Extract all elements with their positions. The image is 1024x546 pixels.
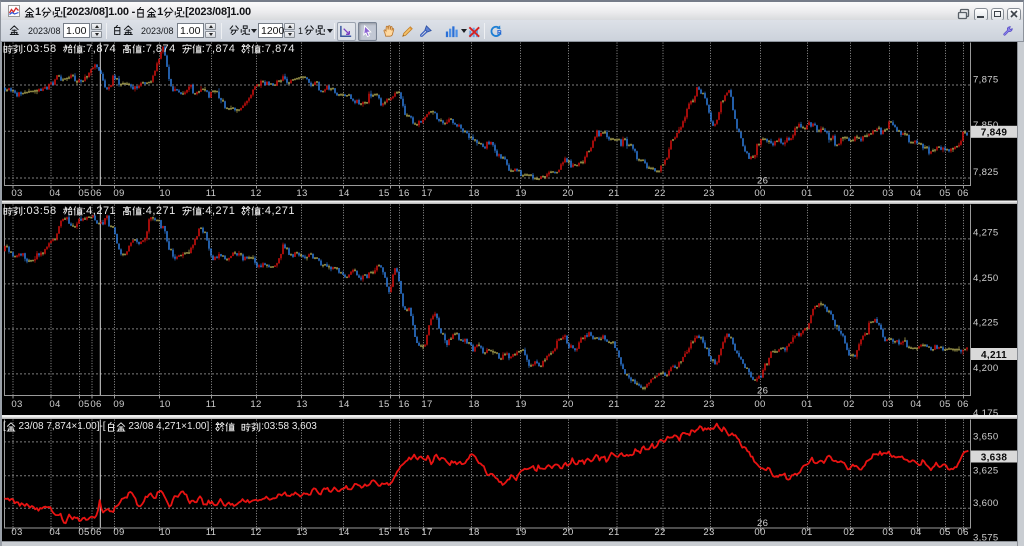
svg-text:13: 13 [296, 399, 307, 410]
svg-text:01: 01 [801, 399, 812, 410]
svg-text:18: 18 [468, 188, 479, 199]
svg-text:16: 16 [398, 399, 409, 410]
svg-text:00: 00 [754, 399, 765, 410]
svg-text:05: 05 [78, 188, 89, 199]
svg-text:04: 04 [910, 399, 922, 410]
svg-text:02: 02 [843, 188, 854, 199]
svg-text:21: 21 [608, 188, 619, 199]
svg-text:15: 15 [378, 188, 389, 199]
svg-text:06: 06 [90, 188, 101, 199]
svg-text:01: 01 [801, 188, 812, 199]
svg-text:09: 09 [113, 188, 124, 199]
svg-text:21: 21 [608, 527, 619, 538]
svg-text:14: 14 [338, 399, 350, 410]
svg-text:03: 03 [882, 527, 893, 538]
svg-text:3,638: 3,638 [981, 452, 1008, 463]
svg-text:20: 20 [562, 399, 573, 410]
svg-text:05: 05 [939, 527, 950, 538]
svg-text:03: 03 [11, 399, 22, 410]
svg-text:11: 11 [206, 527, 217, 538]
svg-text:3,600: 3,600 [973, 498, 999, 509]
svg-text:14: 14 [338, 188, 350, 199]
svg-text:18: 18 [468, 527, 479, 538]
svg-text:4,211: 4,211 [981, 350, 1007, 361]
svg-text:12: 12 [250, 527, 261, 538]
svg-text:05: 05 [939, 188, 950, 199]
svg-text:06: 06 [90, 399, 101, 410]
svg-text:00: 00 [754, 188, 765, 199]
svg-text:26: 26 [757, 386, 768, 397]
svg-text:06: 06 [957, 188, 968, 199]
svg-text:18: 18 [468, 399, 479, 410]
svg-text:16: 16 [398, 527, 409, 538]
svg-text:12: 12 [250, 399, 261, 410]
svg-text:09: 09 [113, 527, 124, 538]
svg-text:04: 04 [49, 399, 61, 410]
svg-text:4,225: 4,225 [973, 317, 999, 328]
svg-text:14: 14 [338, 527, 350, 538]
svg-text:26: 26 [757, 518, 768, 529]
svg-text:17: 17 [421, 527, 432, 538]
svg-text:3,625: 3,625 [973, 466, 999, 477]
svg-text:13: 13 [296, 188, 307, 199]
svg-text:22: 22 [654, 188, 665, 199]
svg-text:11: 11 [206, 399, 217, 410]
svg-text:02: 02 [843, 399, 854, 410]
svg-text:10: 10 [159, 399, 170, 410]
svg-text:4,200: 4,200 [973, 363, 999, 374]
svg-text:16: 16 [398, 188, 409, 199]
svg-text:04: 04 [49, 188, 61, 199]
svg-text:17: 17 [421, 399, 432, 410]
svg-text:7,825: 7,825 [973, 167, 999, 178]
svg-text:06: 06 [957, 527, 968, 538]
svg-text:21: 21 [608, 399, 619, 410]
svg-text:12: 12 [250, 188, 261, 199]
svg-text:26: 26 [757, 176, 768, 187]
svg-text:22: 22 [654, 399, 665, 410]
svg-text:15: 15 [378, 399, 389, 410]
svg-text:10: 10 [159, 188, 170, 199]
svg-text:20: 20 [562, 188, 573, 199]
svg-text:02: 02 [843, 527, 854, 538]
svg-text:23: 23 [703, 399, 714, 410]
svg-text:19: 19 [515, 188, 526, 199]
svg-text:03: 03 [11, 527, 22, 538]
svg-text:7,849: 7,849 [981, 128, 1008, 139]
svg-text:06: 06 [957, 399, 968, 410]
svg-text:15: 15 [378, 527, 389, 538]
svg-text:17: 17 [421, 188, 432, 199]
svg-text:01: 01 [801, 527, 812, 538]
svg-text:09: 09 [113, 399, 124, 410]
svg-text:13: 13 [296, 527, 307, 538]
svg-text:06: 06 [90, 527, 101, 538]
svg-text:03: 03 [11, 188, 22, 199]
svg-text:22: 22 [654, 527, 665, 538]
svg-text:04: 04 [910, 188, 922, 199]
svg-text:23: 23 [703, 527, 714, 538]
svg-text:3,650: 3,650 [973, 432, 999, 443]
svg-text:23: 23 [703, 188, 714, 199]
svg-text:05: 05 [78, 527, 89, 538]
svg-text:05: 05 [78, 399, 89, 410]
svg-text:10: 10 [159, 527, 170, 538]
svg-text:04: 04 [49, 527, 61, 538]
svg-text:19: 19 [515, 399, 526, 410]
svg-text:11: 11 [206, 188, 217, 199]
svg-text:05: 05 [939, 399, 950, 410]
svg-text:20: 20 [562, 527, 573, 538]
svg-text:4,250: 4,250 [973, 273, 999, 284]
svg-text:03: 03 [882, 188, 893, 199]
svg-text:4,275: 4,275 [973, 228, 999, 239]
svg-text:03: 03 [882, 399, 893, 410]
svg-text:19: 19 [515, 527, 526, 538]
svg-text:04: 04 [910, 527, 922, 538]
svg-text:7,875: 7,875 [973, 75, 999, 86]
